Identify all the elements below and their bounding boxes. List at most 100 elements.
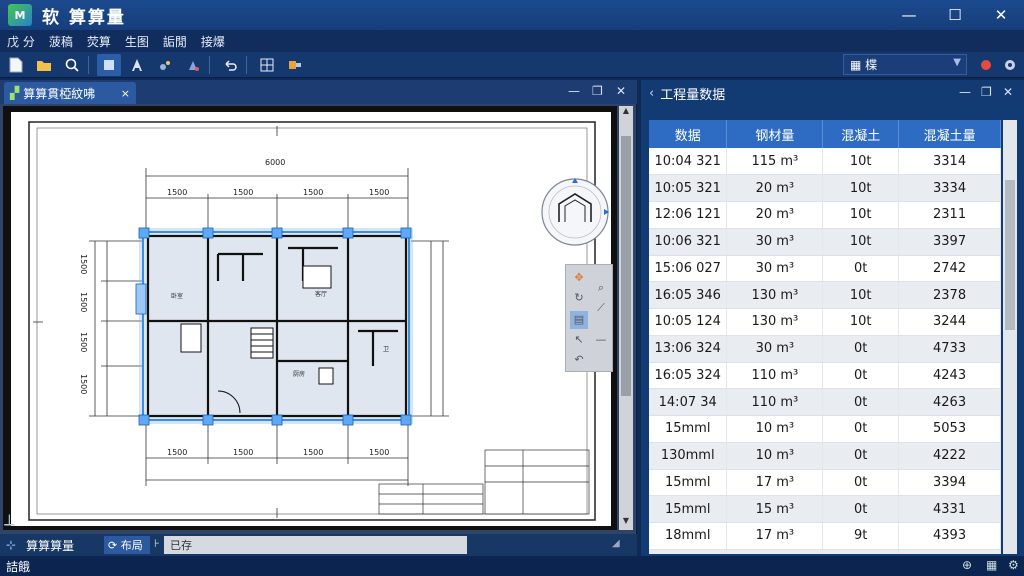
dim-top-4: 1500	[369, 188, 390, 197]
table-cell: 20 m³	[726, 201, 824, 229]
table-cell: 16:05 346	[649, 281, 728, 309]
doc-close-icon[interactable]: ✕	[616, 84, 626, 98]
table-cell: 9t	[822, 522, 900, 550]
table-row[interactable]: 14:07 34 110 m³ 0t 4263	[649, 388, 1001, 416]
table-row[interactable]: 15mml 15 m³ 0t 4331	[649, 495, 1001, 523]
scrollbar-thumb[interactable]	[1005, 180, 1015, 330]
table-row[interactable]: 130mml 10 m³ 0t 4222	[649, 442, 1001, 470]
undo-view-icon[interactable]: ↶	[570, 351, 588, 369]
table-cell: 4393	[898, 522, 1001, 550]
drawing-canvas[interactable]: 卧室 客厅 厨房 卫 6000 1500 1500 1500 1500 1500…	[3, 106, 617, 530]
minimize-button[interactable]: —	[886, 0, 932, 30]
table-row[interactable]: 15mml 10 m³ 0t 5053	[649, 415, 1001, 443]
menu-item-view[interactable]: 詬閒	[156, 33, 194, 50]
doc-restore-icon[interactable]: ❐	[592, 84, 603, 98]
grid-icon[interactable]	[255, 54, 279, 76]
table-cell: 3314	[898, 148, 1001, 176]
new-document-icon[interactable]	[4, 54, 28, 76]
column-header[interactable]: 钢材量	[726, 120, 824, 148]
maximize-button[interactable]: ☐	[932, 0, 978, 30]
panel-vertical-scrollbar[interactable]	[1003, 120, 1017, 554]
measure-icon[interactable]: ⟋	[592, 299, 610, 317]
pan-icon[interactable]: ✥	[570, 269, 588, 287]
view-cube-icon[interactable]	[539, 176, 611, 248]
table-row[interactable]: 10:06 321 30 m³ 10t 3397	[649, 228, 1001, 256]
menu-item-generate[interactable]: 生图	[118, 33, 156, 50]
settings-icon[interactable]	[1000, 55, 1020, 75]
layout-tab[interactable]: ⟳ 布局	[104, 536, 150, 554]
table-cell: 17 m³	[726, 469, 824, 497]
table-row[interactable]: 10:04 321 115 m³ 10t 3314	[649, 148, 1001, 176]
table-row[interactable]: 12:06 121 20 m³ 10t 2311	[649, 201, 1001, 229]
app-title: 软 算算量	[42, 7, 126, 28]
table-cell: 4243	[898, 362, 1001, 390]
layers-icon[interactable]	[97, 53, 121, 76]
table-cell: 30 m³	[726, 335, 824, 363]
brush-icon[interactable]	[153, 54, 177, 76]
panel-restore-icon[interactable]: ❐	[981, 85, 992, 99]
scrollbar-thumb[interactable]	[621, 136, 631, 396]
panel-minimize-icon[interactable]: —	[959, 85, 971, 99]
grid-toggle-icon[interactable]: ▦	[986, 558, 997, 572]
drawing-vertical-scrollbar[interactable]: ▲ ▼	[619, 106, 633, 530]
floor-plan-drawing[interactable]: 卧室 客厅 厨房 卫	[3, 106, 617, 530]
column-header[interactable]: 数据	[649, 120, 728, 148]
table-row[interactable]: 10:05 321 20 m³ 10t 3334	[649, 174, 1001, 202]
table-cell: 0t	[822, 549, 900, 554]
toolbar: ▦ 楪 ▼	[0, 52, 1024, 78]
menu-item-calc[interactable]: 荧算	[80, 33, 118, 50]
plan-icon: ▞	[10, 86, 20, 100]
close-button[interactable]: ✕	[978, 0, 1024, 30]
table-row[interactable]: 15mml16 m³0t3463	[649, 549, 1001, 554]
status-bar: 詰餓 ⊕ ▦ ⚙	[0, 556, 1024, 576]
zoom-icon[interactable]: ⌕	[592, 279, 610, 297]
undo-icon[interactable]	[218, 54, 242, 76]
open-folder-icon[interactable]	[32, 54, 56, 76]
collapse-panel-icon[interactable]: ‹	[649, 86, 654, 101]
table-cell: 20 m³	[726, 174, 824, 202]
tab-drawing[interactable]: ▞ 算算貫椏紋咈 ×	[4, 82, 136, 104]
table-cell: 110 m³	[726, 362, 824, 390]
table-row[interactable]: 10:05 124 130 m³ 10t 3244	[649, 308, 1001, 336]
table-cell: 130 m³	[726, 281, 824, 309]
line-icon[interactable]: —	[592, 331, 610, 349]
paint-icon[interactable]	[181, 54, 205, 76]
column-header[interactable]: 混凝土	[822, 120, 900, 148]
dim-total-top: 6000	[265, 158, 286, 167]
table-cell: 0t	[822, 415, 900, 443]
tab-close-icon[interactable]: ×	[121, 87, 130, 100]
table-row[interactable]: 15mml 17 m³ 0t 3394	[649, 469, 1001, 497]
menu-item-edit[interactable]: 菠稿	[42, 33, 80, 50]
command-input[interactable]: 已存	[164, 536, 467, 554]
table-cell: 10t	[822, 148, 900, 176]
select-icon[interactable]: ↖	[570, 331, 588, 349]
table-row[interactable]: 16:05 324 110 m³ 0t 4243	[649, 362, 1001, 390]
table-cell: 10t	[822, 281, 900, 309]
menu-item-file[interactable]: 戊 分	[0, 33, 42, 50]
scroll-up-icon[interactable]: ▲	[619, 106, 633, 120]
table-row[interactable]: 16:05 346 130 m³ 10t 2378	[649, 281, 1001, 309]
table-cell: 2311	[898, 201, 1001, 229]
doc-minimize-icon[interactable]: —	[568, 84, 580, 98]
text-icon[interactable]	[125, 54, 149, 76]
search-icon[interactable]	[60, 54, 84, 76]
orbit-icon[interactable]: ↻	[570, 289, 588, 307]
snap-icon[interactable]: ⊕	[962, 558, 972, 572]
plugin-icon[interactable]	[283, 54, 307, 76]
settings-icon[interactable]: ⚙	[1008, 558, 1019, 572]
scroll-down-icon[interactable]: ▼	[619, 516, 633, 530]
panel-close-icon[interactable]: ✕	[1003, 85, 1013, 99]
model-tab[interactable]: 算算算量	[26, 537, 74, 554]
record-icon[interactable]	[976, 55, 996, 75]
column-header[interactable]: 混凝土量	[898, 120, 1001, 148]
resize-grip-icon[interactable]: ◢	[612, 538, 620, 549]
table-row[interactable]: 15:06 027 30 m³ 0t 2742	[649, 255, 1001, 283]
table-row[interactable]: 13:06 324 30 m³ 0t 4733	[649, 335, 1001, 363]
menu-item-tools[interactable]: 接爆	[194, 33, 232, 50]
layers-panel-icon[interactable]: ▤	[570, 311, 588, 329]
ucs-axis-icon: ⟂	[4, 510, 15, 529]
table-row[interactable]: 18mml 17 m³ 9t 4393	[649, 522, 1001, 550]
layer-select[interactable]: ▦ 楪 ▼	[843, 54, 967, 75]
tab-drawing-label: 算算貫椏紋咈	[23, 86, 96, 101]
layer-select-value: ▦ 楪	[850, 58, 878, 72]
